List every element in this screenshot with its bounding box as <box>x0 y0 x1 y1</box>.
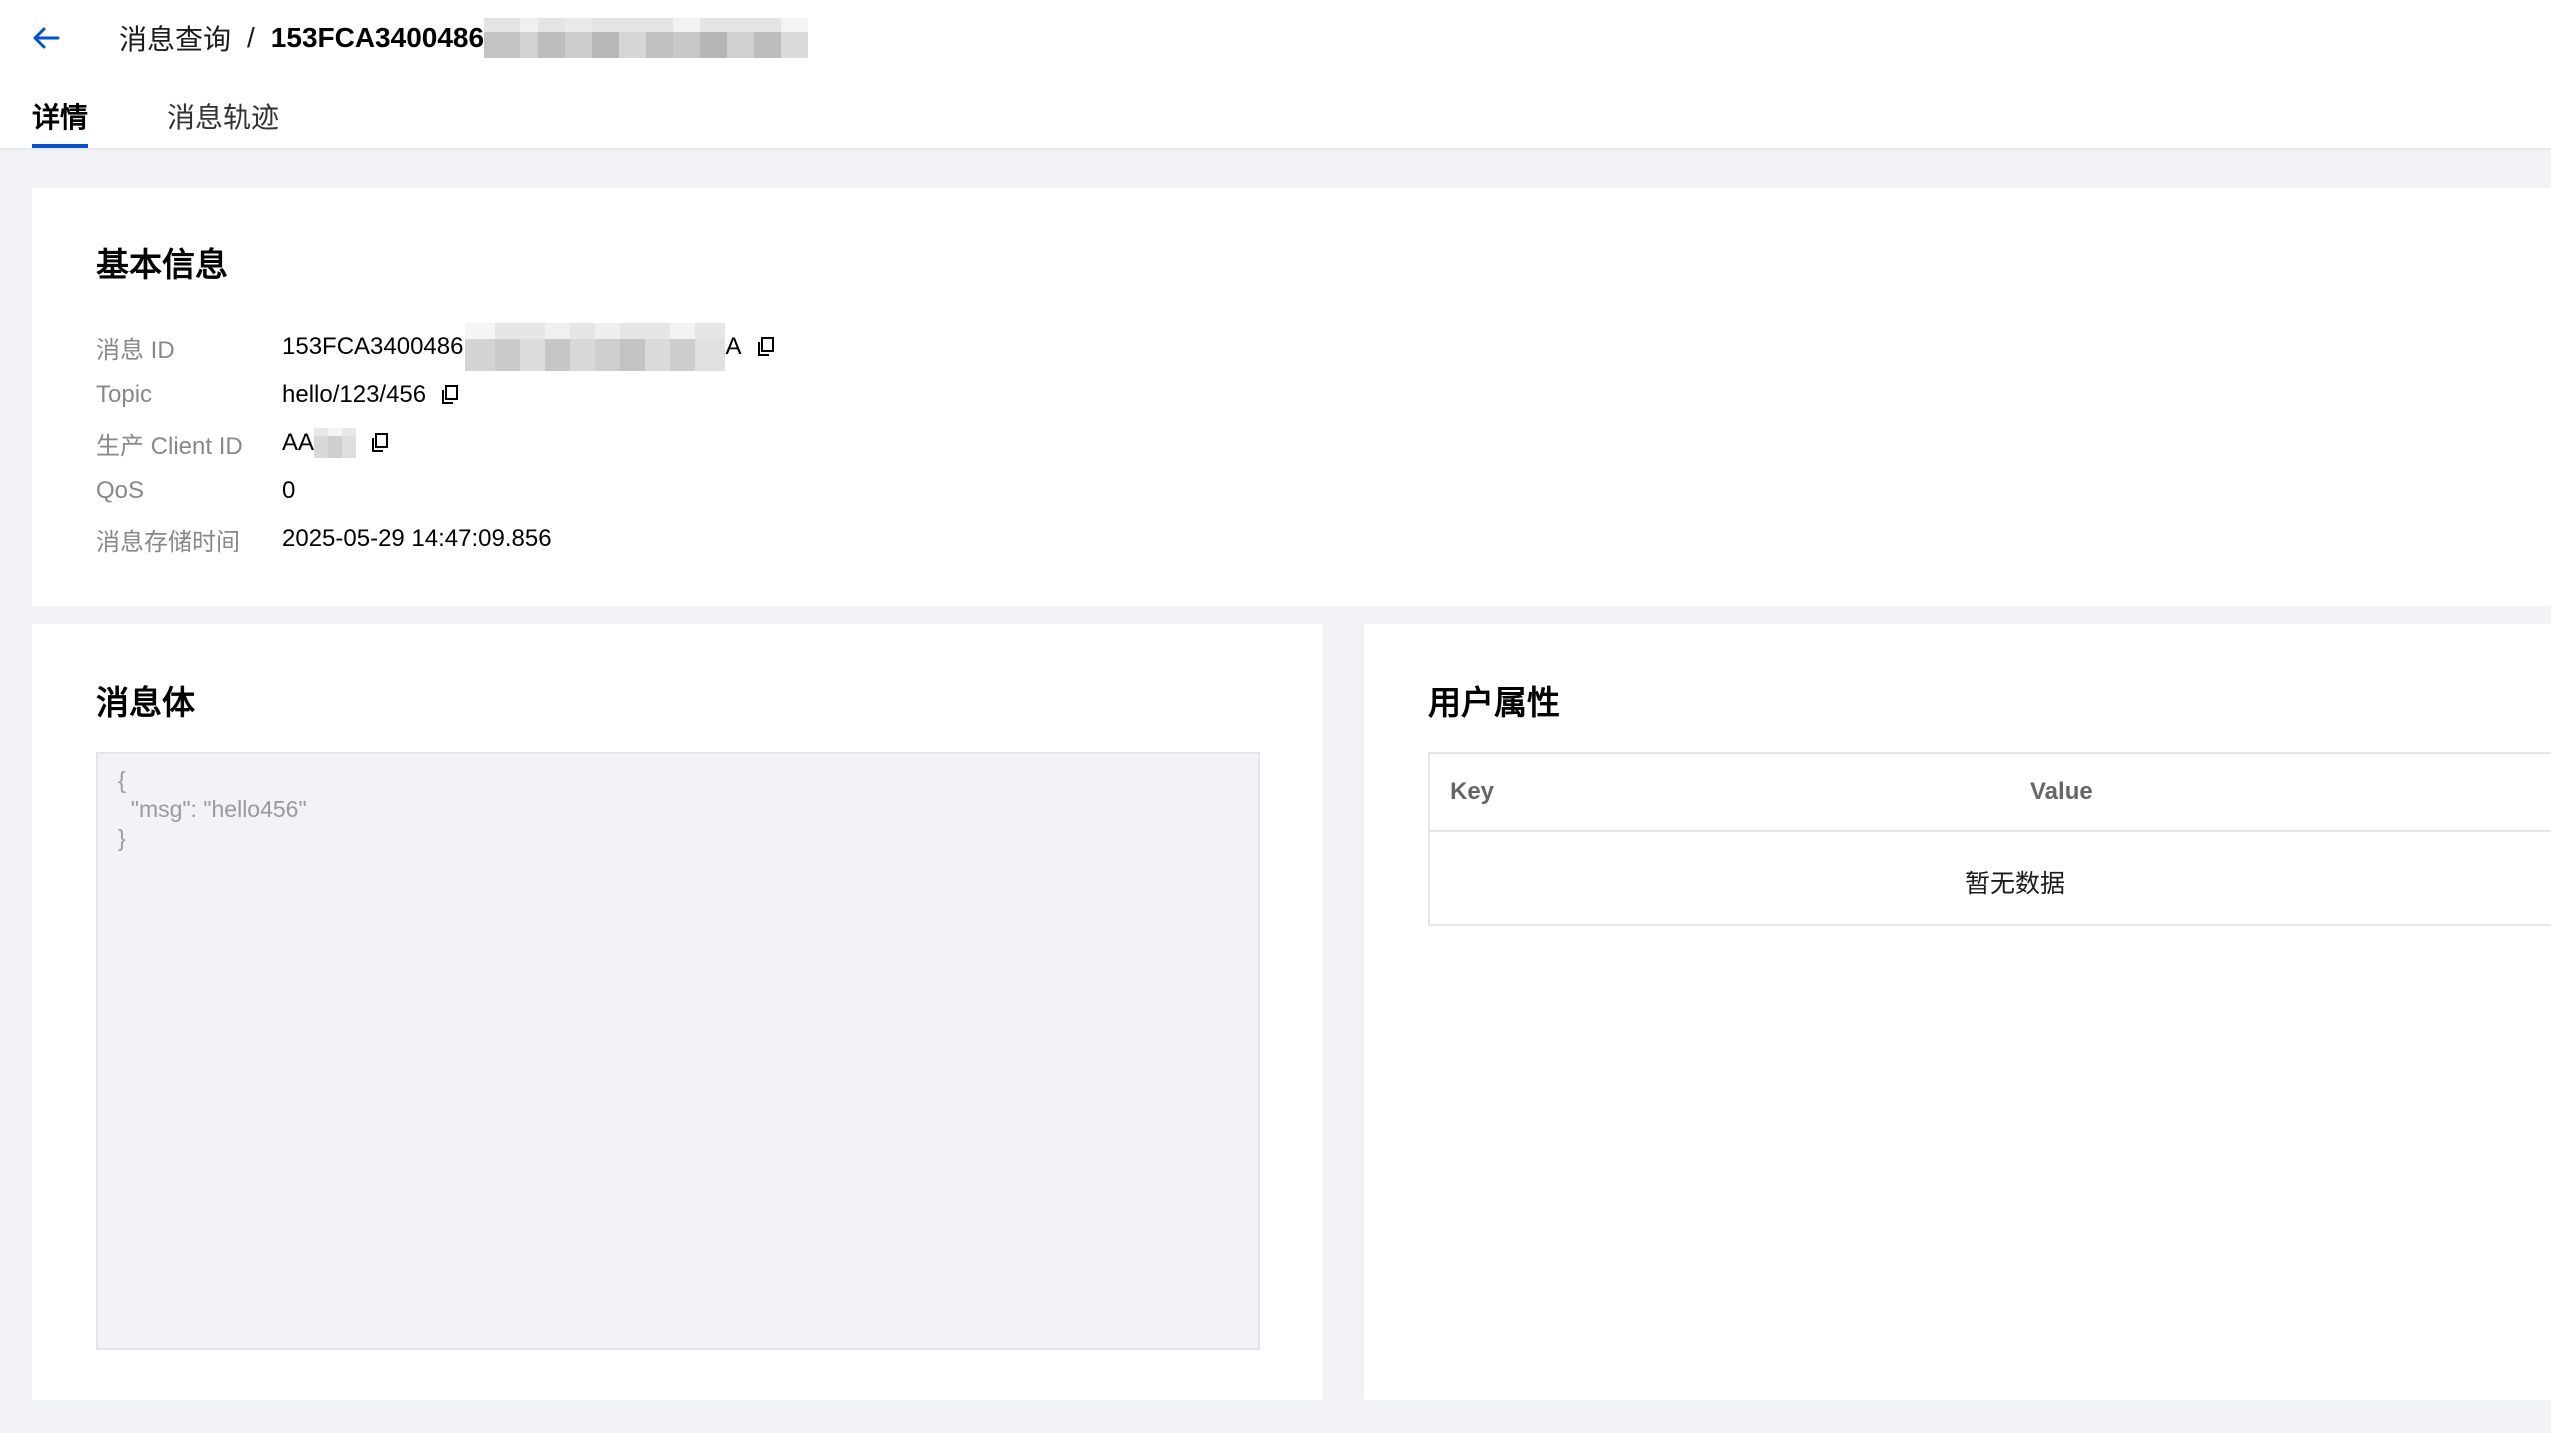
redacted-mosaic <box>465 323 726 371</box>
client-id-value: AA <box>282 429 315 456</box>
tab-details[interactable]: 详情 <box>32 96 89 148</box>
message-id-value-tail: A <box>725 333 742 360</box>
user-properties-title: 用户属性 <box>1428 684 1560 721</box>
topic-value: hello/123/456 <box>282 381 427 408</box>
user-properties-card: 用户属性 Key Value 暂无数据 <box>1364 624 2551 1400</box>
copy-icon[interactable] <box>370 432 390 454</box>
message-body-card: 消息体 { "msg": "hello456" } <box>32 624 1323 1400</box>
tab-message-trace[interactable]: 消息轨迹 <box>167 96 279 148</box>
breadcrumb-separator: / <box>247 22 255 53</box>
qos-label: QoS <box>96 477 145 504</box>
topic-label: Topic <box>96 381 153 408</box>
user-properties-table: Key Value 暂无数据 <box>1428 752 2551 926</box>
info-row-topic: Topic hello/123/456 <box>96 371 460 419</box>
copy-icon[interactable] <box>756 336 776 358</box>
arrow-left-icon[interactable] <box>28 20 64 56</box>
breadcrumb-current: 153FCA3400486 <box>270 22 485 53</box>
page-header: 消息查询 / 153FCA3400486 详情 消息轨迹 <box>0 0 2551 150</box>
copy-icon[interactable] <box>440 384 460 406</box>
table-empty-state: 暂无数据 <box>1430 832 2551 924</box>
message-id-value: 153FCA3400486 <box>282 333 464 360</box>
breadcrumb: 消息查询 / 153FCA3400486 <box>119 18 809 58</box>
message-body-content[interactable]: { "msg": "hello456" } <box>96 752 1260 1350</box>
info-row-client-id: 生产 Client ID AA <box>96 419 390 467</box>
redacted-mosaic <box>314 428 357 458</box>
basic-info-card: 基本信息 消息 ID 153FCA3400486 A Topic hello/1… <box>32 188 2551 606</box>
storage-time-value: 2025-05-29 14:47:09.856 <box>282 525 552 552</box>
client-id-label: 生产 Client ID <box>96 432 243 460</box>
info-row-storage-time: 消息存储时间 2025-05-29 14:47:09.856 <box>96 515 552 563</box>
info-row-message-id: 消息 ID 153FCA3400486 A <box>96 323 776 371</box>
message-id-label: 消息 ID <box>96 336 175 364</box>
info-row-qos: QoS 0 <box>96 467 295 515</box>
column-header-key: Key <box>1450 778 1495 805</box>
empty-state-text: 暂无数据 <box>1965 870 2066 898</box>
table-header: Key Value <box>1430 754 2551 832</box>
redacted-mosaic <box>484 18 809 58</box>
qos-value: 0 <box>282 477 296 504</box>
storage-time-label: 消息存储时间 <box>96 528 240 556</box>
column-header-value: Value <box>2030 778 2093 805</box>
basic-info-title: 基本信息 <box>96 246 228 283</box>
message-body-title: 消息体 <box>96 684 195 721</box>
breadcrumb-parent-link[interactable]: 消息查询 <box>119 18 231 58</box>
